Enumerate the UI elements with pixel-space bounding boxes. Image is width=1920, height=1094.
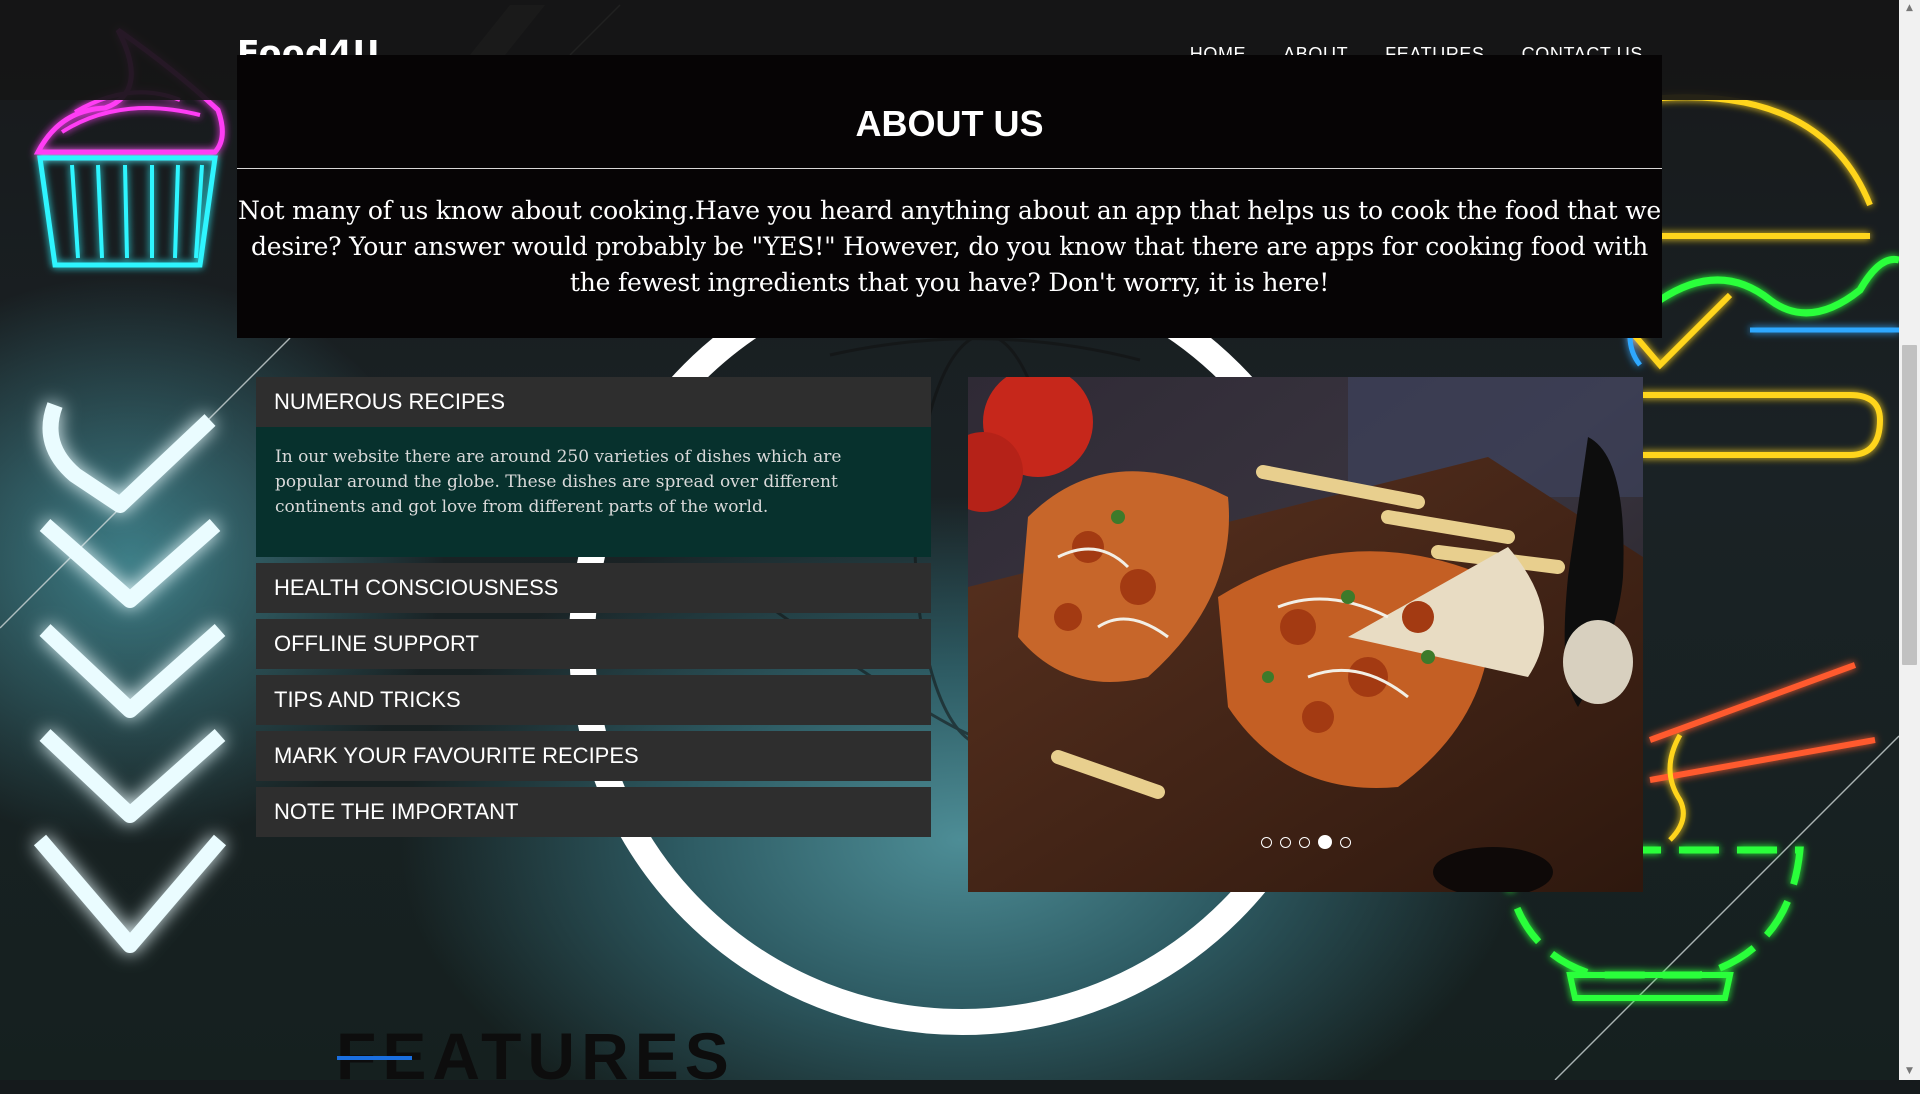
accordion-header[interactable]: HEALTH CONSCIOUSNESS xyxy=(256,563,931,613)
accordion-item-numerous-recipes: NUMEROUS RECIPES In our website there ar… xyxy=(256,377,931,557)
carousel-indicators xyxy=(968,835,1643,849)
accordion-header[interactable]: OFFLINE SUPPORT xyxy=(256,619,931,669)
carousel-dot-4[interactable] xyxy=(1317,835,1332,849)
about-divider xyxy=(237,168,1662,169)
food-wraps-photo xyxy=(968,377,1643,892)
accordion-header[interactable]: MARK YOUR FAVOURITE RECIPES xyxy=(256,731,931,781)
accordion-header[interactable]: NUMEROUS RECIPES xyxy=(256,377,931,427)
accordion-item-note-important: NOTE THE IMPORTANT xyxy=(256,787,931,837)
accordion-item-mark-favourite: MARK YOUR FAVOURITE RECIPES xyxy=(256,731,931,781)
neon-burger-icon xyxy=(1627,94,1899,458)
scroll-down-arrow-icon[interactable]: ▼ xyxy=(1899,1063,1920,1080)
neon-chevrons-icon xyxy=(33,402,227,953)
about-text: Not many of us know about cooking.Have y… xyxy=(238,196,1661,297)
about-title: ABOUT US xyxy=(855,103,1044,144)
page-scrollbar[interactable]: ▲ ▼ xyxy=(1899,0,1920,1080)
features-underline xyxy=(337,1056,412,1060)
accordion-body: In our website there are around 250 vari… xyxy=(256,427,931,557)
carousel-dot-3[interactable] xyxy=(1298,836,1310,848)
accordion-header[interactable]: TIPS AND TRICKS xyxy=(256,675,931,725)
scroll-up-arrow-icon[interactable]: ▲ xyxy=(1899,0,1920,17)
accordion-item-offline-support: OFFLINE SUPPORT xyxy=(256,619,931,669)
carousel-dot-2[interactable] xyxy=(1279,836,1291,848)
scrollbar-thumb[interactable] xyxy=(1902,345,1917,665)
accordion-header[interactable]: NOTE THE IMPORTANT xyxy=(256,787,931,837)
accordion-item-health-consciousness: HEALTH CONSCIOUSNESS xyxy=(256,563,931,613)
food-image-carousel[interactable] xyxy=(968,377,1643,892)
accordion-item-tips-and-tricks: TIPS AND TRICKS xyxy=(256,675,931,725)
carousel-dot-1[interactable] xyxy=(1260,836,1272,848)
about-section: ABOUT US Not many of us know about cooki… xyxy=(237,55,1662,338)
carousel-dot-5[interactable] xyxy=(1339,836,1351,848)
features-accordion: NUMEROUS RECIPES In our website there ar… xyxy=(256,377,931,843)
